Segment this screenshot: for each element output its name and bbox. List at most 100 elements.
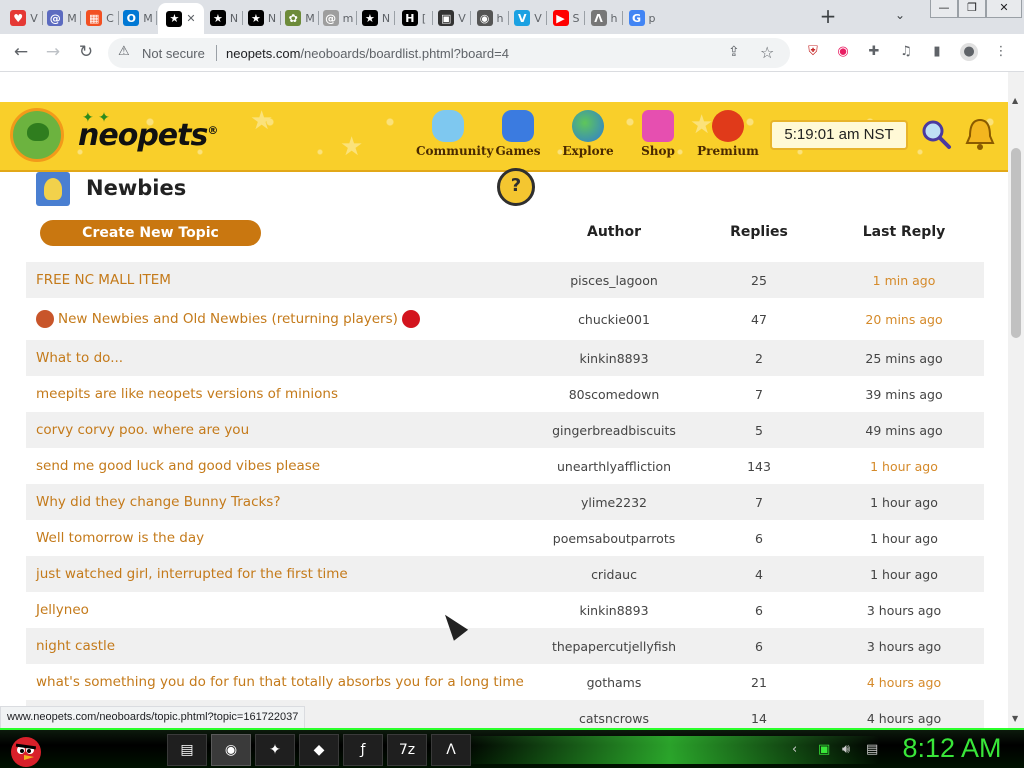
topic-row[interactable]: New Newbies and Old Newbies (returning p… (26, 298, 984, 340)
profile-avatar-icon[interactable]: ● (960, 43, 978, 61)
topic-last-reply[interactable]: 1 hour ago (834, 448, 974, 484)
topic-last-reply[interactable]: 25 mins ago (834, 340, 974, 376)
chrome-icon[interactable]: ◉ (211, 734, 251, 766)
topic-title-link[interactable]: corvy corvy poo. where are you (36, 412, 249, 448)
topic-author[interactable]: gingerbreadbiscuits (534, 412, 694, 448)
topic-title-link[interactable]: Well tomorrow is the day (36, 520, 204, 556)
topic-title-link[interactable]: send me good luck and good vibes please (36, 448, 320, 484)
browser-tab[interactable]: ★ N (358, 4, 394, 32)
topic-last-reply[interactable]: 1 hour ago (834, 556, 974, 592)
back-arrow-icon[interactable]: ← (10, 42, 32, 64)
warning-triangle-icon[interactable]: ⚠ (118, 44, 130, 59)
topic-row[interactable]: meepits are like neopets versions of min… (26, 376, 984, 412)
forward-arrow-icon[interactable]: → (42, 42, 64, 64)
topic-author[interactable]: 80scomedown (534, 376, 694, 412)
tray-battery-icon[interactable]: ▣ (818, 742, 830, 757)
browser-tab[interactable]: Gp (624, 4, 660, 32)
taskbar-clock[interactable]: 8:12 AM (884, 733, 1020, 764)
share-icon[interactable]: ⇪ (728, 44, 740, 60)
media-queue-icon[interactable]: ♫ (897, 43, 915, 61)
address-bar[interactable]: ⚠ Not secure neopets.com/neoboards/board… (108, 38, 790, 68)
browser-tab[interactable]: ◉ h (472, 4, 508, 32)
browser-tab[interactable]: OM (120, 4, 156, 32)
topic-last-reply[interactable]: 3 hours ago (834, 628, 974, 664)
topic-row[interactable]: what's something you do for fun that tot… (26, 664, 984, 700)
topic-row[interactable]: corvy corvy poo. where are you gingerbrea… (26, 412, 984, 448)
nav-premium[interactable]: Premium (696, 110, 760, 166)
angry-bird-start-icon[interactable] (4, 730, 48, 770)
topic-title-link[interactable]: meepits are like neopets versions of min… (36, 376, 338, 412)
topic-author[interactable]: thepapercutjellyfish (534, 628, 694, 664)
url-text[interactable]: neopets.com/neoboards/boardlist.phtml?bo… (226, 46, 509, 61)
browser-tab[interactable]: VV (510, 4, 546, 32)
browser-menu-icon[interactable]: ⋮ (992, 43, 1010, 61)
nav-community[interactable]: Community (416, 110, 493, 166)
topic-author[interactable]: kinkin8893 (534, 592, 694, 628)
topic-author[interactable]: unearthlyaffliction (534, 448, 694, 484)
browser-tab[interactable]: ★ N (206, 4, 242, 32)
restore-button[interactable]: ❐ (958, 0, 986, 18)
security-label[interactable]: Not secure (142, 46, 205, 61)
notification-bell-icon[interactable] (962, 116, 998, 152)
topic-author[interactable]: cridauc (534, 556, 694, 592)
game-icon[interactable]: ✦ (255, 734, 295, 766)
browser-tab[interactable]: @ m (320, 4, 356, 32)
tray-chevron-icon[interactable]: ‹ (792, 742, 797, 757)
flag-extension-icon[interactable]: ◉ (834, 43, 852, 61)
topic-author[interactable]: catsncrows (534, 700, 694, 728)
topic-author[interactable]: pisces_lagoon (534, 262, 694, 298)
topic-last-reply[interactable]: 20 mins ago (834, 298, 974, 340)
neopets-logo[interactable]: neopets® (78, 118, 218, 153)
browser-tab[interactable]: ♥ V (6, 4, 42, 32)
close-tab-icon[interactable]: ✕ (186, 12, 195, 25)
browser-tab[interactable]: @ M (44, 4, 80, 32)
topic-title-link[interactable]: just watched girl, interrupted for the f… (36, 556, 348, 592)
topic-row[interactable]: What to do... kinkin8893 2 25 mins ago (26, 340, 984, 376)
extensions-puzzle-icon[interactable]: ✚ (865, 43, 883, 61)
browser-tab[interactable]: Λh (586, 4, 622, 32)
topic-title-link[interactable]: What to do... (36, 340, 123, 376)
app-icon[interactable]: ◆ (299, 734, 339, 766)
tray-network-icon[interactable]: ▤ (866, 742, 878, 757)
topic-last-reply[interactable]: 4 hours ago (834, 700, 974, 728)
file-explorer-icon[interactable]: ▤ (167, 734, 207, 766)
topic-title-link[interactable]: Why did they change Bunny Tracks? (36, 484, 281, 520)
topic-row[interactable]: night castle thepapercutjellyfish 6 3 hours… (26, 628, 984, 664)
nav-shop[interactable]: Shop (626, 110, 690, 166)
topic-row[interactable]: Jellyneo kinkin8893 6 3 hours ago (26, 592, 984, 628)
scrollbar-thumb[interactable] (1011, 148, 1021, 338)
nav-explore[interactable]: Explore (556, 110, 620, 166)
browser-tab[interactable]: ▦ C (82, 4, 118, 32)
topic-last-reply[interactable]: 1 hour ago (834, 484, 974, 520)
scroll-up-arrow-icon[interactable]: ▲ (1012, 96, 1018, 105)
topic-title-link[interactable]: FREE NC MALL ITEM (36, 262, 171, 298)
help-question-icon[interactable]: ? (497, 168, 535, 206)
browser-tab[interactable]: ★ ✕ (158, 3, 204, 34)
bookmark-star-icon[interactable]: ☆ (760, 43, 774, 62)
minimize-button[interactable]: — (930, 0, 958, 18)
topic-row[interactable]: send me good luck and good vibes please u… (26, 448, 984, 484)
topic-row[interactable]: just watched girl, interrupted for the f… (26, 556, 984, 592)
new-tab-button[interactable]: + (818, 6, 838, 27)
browser-tab[interactable]: ★ N (244, 4, 280, 32)
tab-search-chevron-icon[interactable]: ⌄ (895, 8, 913, 26)
reload-icon[interactable]: ↻ (75, 42, 97, 64)
topic-author[interactable]: chuckie001 (534, 298, 694, 340)
topic-title-link[interactable]: New Newbies and Old Newbies (returning p… (36, 298, 420, 340)
topic-last-reply[interactable]: 1 hour ago (834, 520, 974, 556)
browser-tab[interactable]: ▣ V (434, 4, 470, 32)
topic-title-link[interactable]: what's something you do for fun that tot… (36, 664, 524, 700)
topic-row[interactable]: FREE NC MALL ITEM pisces_lagoon 25 1 min ag… (26, 262, 984, 298)
tray-volume-icon[interactable]: 🔊︎ (842, 742, 850, 757)
search-icon[interactable] (920, 118, 952, 150)
flash-icon[interactable]: ƒ (343, 734, 383, 766)
topic-title-link[interactable]: Jellyneo (36, 592, 89, 628)
topic-last-reply[interactable]: 4 hours ago (834, 664, 974, 700)
7zip-icon[interactable]: 7z (387, 734, 427, 766)
browser-tab[interactable]: ▶ S (548, 4, 584, 32)
topic-last-reply[interactable]: 1 min ago (834, 262, 974, 298)
browser-tab[interactable]: ✿ M (282, 4, 318, 32)
topic-author[interactable]: gothams (534, 664, 694, 700)
topic-row[interactable]: Why did they change Bunny Tracks? ylime22… (26, 484, 984, 520)
topic-author[interactable]: kinkin8893 (534, 340, 694, 376)
